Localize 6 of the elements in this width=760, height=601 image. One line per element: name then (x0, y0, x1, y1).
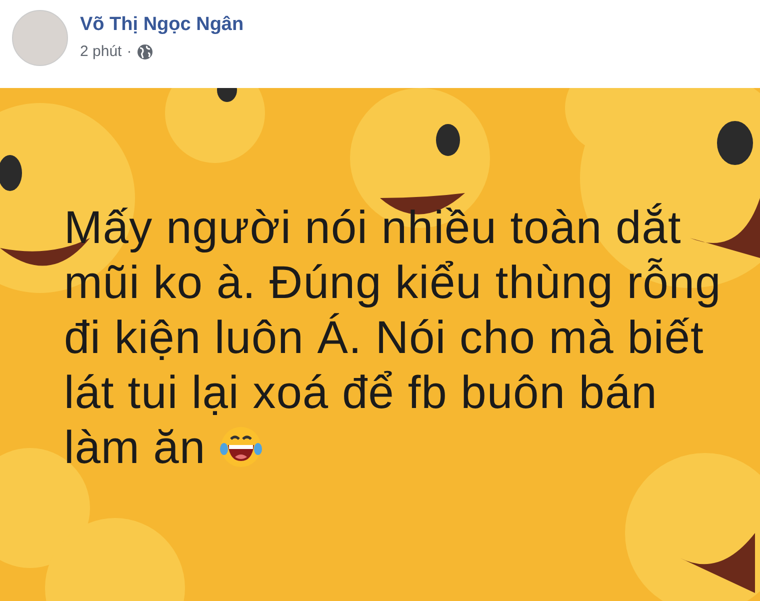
post-time[interactable]: 2 phút (80, 40, 122, 64)
separator: · (126, 42, 132, 62)
globe-icon[interactable] (136, 44, 153, 60)
laughing-face-icon (219, 425, 264, 469)
post-text: Mấy người nói nhiều toàn dắt mũi ko à. Đúng kiểu thùng rỗng đi kiện luôn Á. Nói cho mà biết lát tui lại xoá để fb buôn bán làm ăn (64, 200, 722, 475)
author-name[interactable]: Võ Thị Ngọc Ngân (80, 14, 244, 37)
